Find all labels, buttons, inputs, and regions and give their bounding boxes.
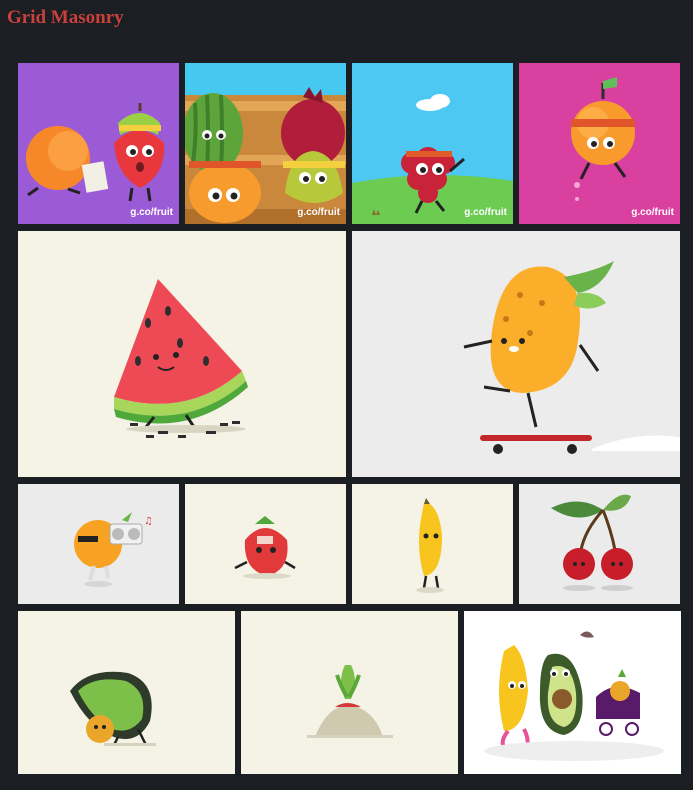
tile-raspberry[interactable]: g.co/fruit bbox=[352, 63, 513, 224]
orange-jogger-illustration bbox=[571, 77, 635, 201]
tile-orange-strawberry[interactable]: g.co/fruit bbox=[18, 63, 179, 224]
tile-orange-jogger[interactable]: g.co/fruit bbox=[519, 63, 680, 224]
tile-caption: g.co/fruit bbox=[631, 207, 674, 218]
banana-illustration bbox=[416, 498, 444, 593]
page-title: Grid Masonry bbox=[7, 7, 124, 28]
tile-mango[interactable] bbox=[352, 231, 680, 477]
strawberry-illustration bbox=[234, 516, 296, 579]
orange-boombox-illustration: ♫ bbox=[74, 512, 153, 587]
tile-banana[interactable] bbox=[352, 484, 513, 604]
avocado-flip-illustration bbox=[70, 671, 156, 746]
fruit-family-illustration bbox=[484, 631, 664, 761]
tile-avocado-flip[interactable] bbox=[18, 611, 235, 774]
watermelon-illustration bbox=[114, 279, 248, 438]
tile-watermelon[interactable] bbox=[18, 231, 346, 477]
radish-illustration bbox=[307, 665, 393, 738]
tile-radish[interactable] bbox=[241, 611, 458, 774]
tile-strawberry[interactable] bbox=[185, 484, 346, 604]
tile-cherries[interactable] bbox=[519, 484, 680, 604]
svg-text:♫: ♫ bbox=[144, 516, 153, 527]
raspberry-illustration bbox=[352, 94, 513, 224]
tile-orange-boombox[interactable]: ♫ bbox=[18, 484, 179, 604]
tile-caption: g.co/fruit bbox=[464, 207, 507, 218]
tile-caption: g.co/fruit bbox=[130, 207, 173, 218]
tile-caption: g.co/fruit bbox=[297, 207, 340, 218]
cherries-illustration bbox=[551, 494, 633, 591]
tile-fruit-family[interactable] bbox=[464, 611, 681, 774]
orange-strawberry-illustration bbox=[26, 103, 165, 202]
mango-illustration bbox=[463, 261, 680, 454]
fruit-crate-illustration bbox=[185, 87, 346, 224]
tile-fruit-crate[interactable]: g.co/fruit bbox=[185, 63, 346, 224]
